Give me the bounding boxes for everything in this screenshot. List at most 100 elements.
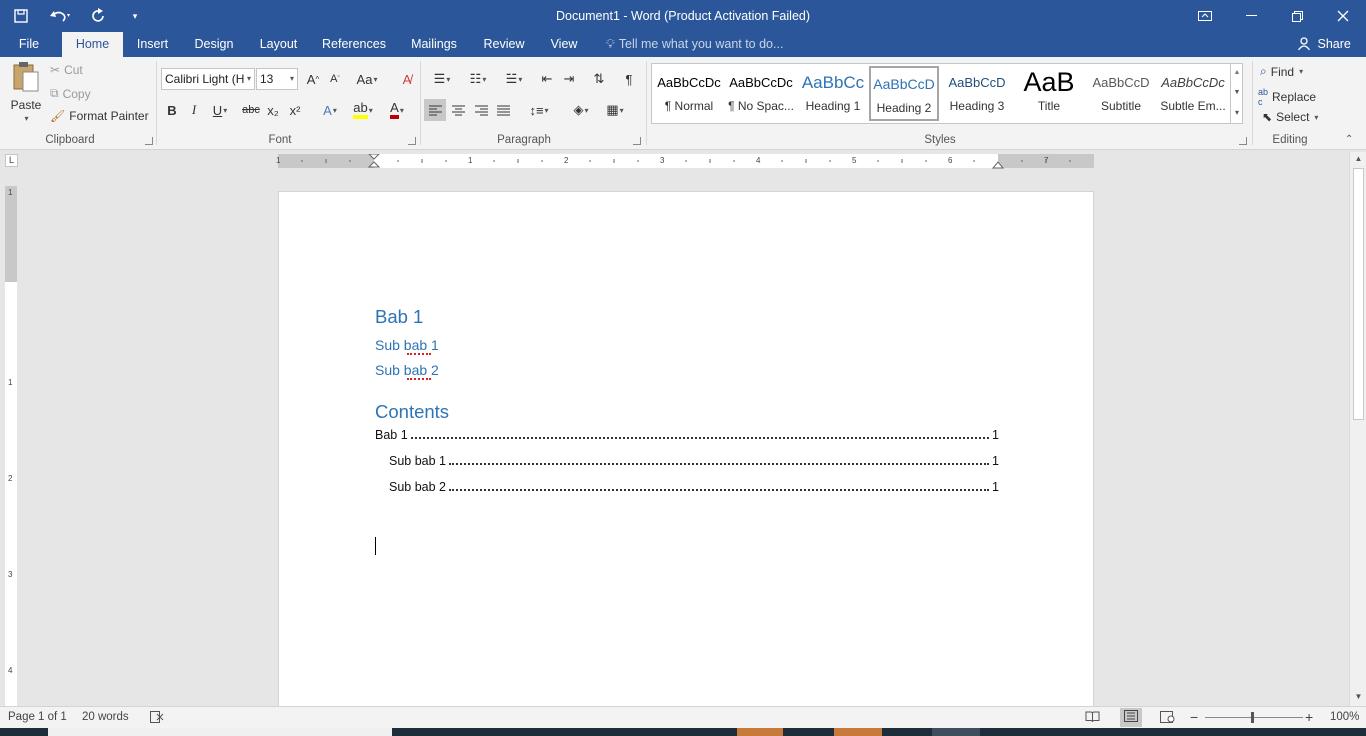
document-page[interactable]: Bab 1 Sub bab 1 Sub bab 2 Contents Bab 1… — [278, 191, 1094, 711]
scroll-up-icon[interactable]: ▲ — [1350, 152, 1366, 166]
chevron-up-icon[interactable]: ▲ — [1231, 63, 1243, 83]
format-painter-button[interactable]: 🖌︎ Format Painter — [50, 109, 149, 123]
align-center-icon[interactable] — [447, 99, 469, 121]
italic-button[interactable]: I — [183, 99, 205, 121]
style-heading-3[interactable]: AaBbCcD Heading 3 — [942, 66, 1012, 121]
underline-button[interactable]: U ▾ — [205, 99, 235, 121]
sort-icon[interactable]: ⇅ — [588, 68, 610, 90]
right-indent-marker-icon[interactable] — [991, 158, 1005, 169]
shrink-font-button[interactable]: Aˇ — [324, 68, 346, 90]
styles-gallery-scroll[interactable]: ▲ ▼ ▾ — [1230, 63, 1243, 124]
show-formatting-marks-icon[interactable]: ¶ — [618, 68, 640, 90]
font-name-select[interactable]: Calibri Light (H ▾ — [161, 68, 255, 90]
superscript-button[interactable]: x² — [284, 99, 306, 121]
select-button[interactable]: ⬉ Select ▾ — [1262, 110, 1318, 124]
toc-title[interactable]: Contents — [375, 401, 449, 423]
replace-button[interactable]: ab c Replace — [1258, 87, 1316, 107]
tab-selector[interactable]: L — [5, 154, 18, 167]
taskbar-app-button[interactable] — [834, 728, 882, 736]
tab-mailings[interactable]: Mailings — [404, 32, 464, 57]
zoom-slider-thumb[interactable] — [1251, 712, 1254, 723]
styles-launcher-icon[interactable] — [1239, 137, 1247, 145]
style-subtle-emphasis[interactable]: AaBbCcDc Subtle Em... — [1158, 66, 1228, 121]
tab-layout[interactable]: Layout — [252, 32, 305, 57]
more-styles-icon[interactable]: ▾ — [1231, 103, 1243, 123]
indent-marker-icon[interactable] — [367, 153, 381, 168]
toc-entry[interactable]: Sub bab 2 1 — [389, 480, 999, 494]
grow-font-button[interactable]: A ^ — [302, 68, 324, 90]
horizontal-ruler[interactable]: 1 1 2 3 4 5 6 7 — [276, 153, 1094, 169]
align-left-icon[interactable] — [424, 99, 446, 121]
clear-formatting-icon[interactable]: A̸ — [396, 68, 418, 90]
collapse-ribbon-icon[interactable]: ⌃ — [1345, 134, 1353, 145]
style-title[interactable]: AaB Title — [1014, 66, 1084, 121]
scrollbar-thumb[interactable] — [1353, 168, 1364, 420]
zoom-slider[interactable] — [1205, 712, 1303, 723]
close-button[interactable] — [1320, 0, 1366, 32]
paragraph-launcher-icon[interactable] — [633, 137, 641, 145]
scroll-down-icon[interactable]: ▼ — [1350, 690, 1366, 704]
multilevel-list-icon[interactable]: ☱ ▾ — [498, 68, 530, 90]
paste-button[interactable]: Paste ▾ — [8, 61, 44, 127]
highlight-color-button[interactable]: ab ▾ — [348, 99, 378, 121]
taskbar-app-button[interactable] — [932, 728, 980, 736]
vertical-scrollbar[interactable]: ▲ ▼ — [1349, 152, 1366, 706]
tab-view[interactable]: View — [544, 32, 584, 57]
word-count[interactable]: 20 words — [82, 711, 129, 723]
tab-insert[interactable]: Insert — [130, 32, 175, 57]
proofing-icon[interactable] — [150, 711, 164, 726]
page-count[interactable]: Page 1 of 1 — [8, 711, 67, 723]
find-button[interactable]: ⌕ Find ▾ — [1260, 64, 1303, 79]
ribbon-display-options-icon[interactable] — [1182, 0, 1228, 32]
numbering-icon[interactable]: ☷ ▾ — [462, 68, 494, 90]
heading-sub-bab-1[interactable]: Sub bab 1 — [375, 337, 439, 353]
minimize-button[interactable] — [1228, 0, 1274, 32]
style-heading-2[interactable]: AaBbCcD Heading 2 — [869, 66, 939, 121]
tab-design[interactable]: Design — [188, 32, 240, 57]
text-effects-button[interactable]: A ▾ — [316, 99, 344, 121]
style-subtitle[interactable]: AaBbCcD Subtitle — [1086, 66, 1156, 121]
tab-home[interactable]: Home — [62, 32, 123, 57]
subscript-button[interactable]: x₂ — [262, 99, 284, 121]
print-layout-icon[interactable] — [1120, 708, 1142, 727]
tab-references[interactable]: References — [318, 32, 390, 57]
tab-review[interactable]: Review — [478, 32, 530, 57]
style-heading-1[interactable]: AaBbCc Heading 1 — [798, 66, 868, 121]
toc-entry[interactable]: Bab 1 1 — [375, 428, 999, 442]
clipboard-launcher-icon[interactable] — [145, 137, 153, 145]
taskbar-app-button[interactable] — [737, 728, 783, 736]
web-layout-icon[interactable] — [1160, 711, 1175, 726]
line-spacing-icon[interactable]: ↕≡ ▾ — [524, 99, 554, 121]
heading-bab-1[interactable]: Bab 1 — [375, 306, 423, 328]
font-launcher-icon[interactable] — [408, 137, 416, 145]
restore-button[interactable] — [1274, 0, 1320, 32]
read-mode-icon[interactable] — [1085, 711, 1100, 726]
change-case-button[interactable]: Aa ▾ — [352, 68, 382, 90]
decrease-indent-icon[interactable]: ⇤ — [536, 68, 558, 90]
copy-button[interactable]: ⧉ Copy — [50, 86, 91, 101]
vertical-ruler[interactable]: 1 1 2 3 4 — [5, 186, 17, 706]
zoom-out-icon[interactable]: − — [1190, 709, 1198, 725]
strikethrough-button[interactable]: abc — [240, 99, 262, 121]
taskbar-search-box[interactable] — [48, 728, 392, 736]
heading-sub-bab-2[interactable]: Sub bab 2 — [375, 362, 439, 378]
share-button[interactable]: Share — [1297, 32, 1351, 57]
cut-button[interactable]: ✂ Cut — [50, 63, 83, 77]
zoom-in-icon[interactable]: + — [1305, 709, 1313, 725]
font-color-button[interactable]: A ▾ — [382, 99, 412, 121]
toc-entry[interactable]: Sub bab 1 1 — [389, 454, 999, 468]
bold-button[interactable]: B — [161, 99, 183, 121]
shading-icon[interactable]: ◈ ▾ — [566, 99, 596, 121]
bullets-icon[interactable]: ☰ ▾ — [426, 68, 458, 90]
style-normal[interactable]: AaBbCcDc ¶ Normal — [654, 66, 724, 121]
align-right-icon[interactable] — [470, 99, 492, 121]
chevron-down-icon[interactable]: ▼ — [1231, 83, 1243, 103]
tell-me-box[interactable]: 💡︎ Tell me what you want to do... — [606, 32, 783, 57]
borders-icon[interactable]: ▦ ▾ — [600, 99, 630, 121]
style-no-spacing[interactable]: AaBbCcDc ¶ No Spac... — [726, 66, 796, 121]
tab-file[interactable]: File — [8, 32, 50, 57]
justify-icon[interactable] — [492, 99, 514, 121]
zoom-level[interactable]: 100% — [1330, 711, 1359, 723]
font-size-select[interactable]: 13 ▾ — [256, 68, 298, 90]
increase-indent-icon[interactable]: ⇥ — [558, 68, 580, 90]
